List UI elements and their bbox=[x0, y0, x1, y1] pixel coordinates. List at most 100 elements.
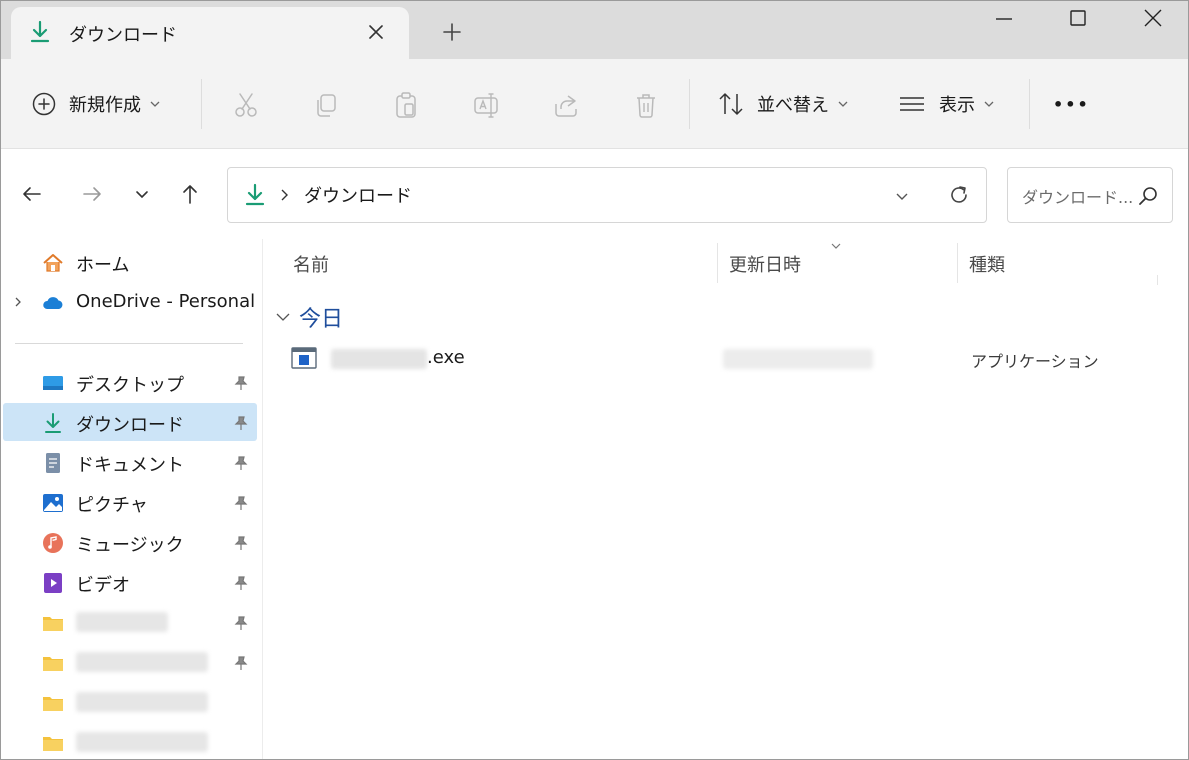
redacted-folder-name bbox=[76, 692, 208, 712]
view-button-label: 表示 bbox=[939, 95, 975, 116]
column-header-name[interactable]: 名前 bbox=[293, 251, 329, 277]
redacted-file-name bbox=[331, 349, 427, 369]
sidebar-item-documents[interactable]: ドキュメント bbox=[3, 443, 257, 481]
chevron-down-icon bbox=[150, 101, 160, 107]
folder-icon bbox=[43, 737, 63, 751]
sidebar-item-label: ピクチャ bbox=[76, 495, 148, 516]
cut-icon[interactable] bbox=[232, 91, 260, 119]
sidebar-item-label: ミュージック bbox=[76, 535, 184, 556]
title-bar: ダウンロード bbox=[1, 1, 1188, 59]
group-label: 今日 bbox=[299, 307, 344, 332]
rename-icon[interactable] bbox=[472, 91, 500, 119]
more-options-button[interactable]: ••• bbox=[1053, 81, 1090, 127]
download-icon bbox=[45, 413, 61, 433]
sidebar-item-label: ホーム bbox=[76, 255, 130, 276]
paste-icon[interactable] bbox=[392, 91, 420, 119]
download-icon bbox=[30, 20, 50, 43]
breadcrumb-chevron-icon[interactable] bbox=[276, 187, 292, 203]
cloud-icon bbox=[43, 297, 63, 309]
close-window-icon[interactable] bbox=[1117, 1, 1187, 37]
sort-button[interactable]: 並べ替え bbox=[717, 81, 849, 127]
chevron-down-icon[interactable] bbox=[275, 309, 291, 325]
new-button[interactable]: 新規作成 bbox=[31, 81, 161, 127]
column-divider[interactable] bbox=[1157, 275, 1158, 285]
chevron-down-icon bbox=[984, 101, 994, 107]
toolbar-divider bbox=[1029, 79, 1030, 129]
maximize-icon[interactable] bbox=[1043, 1, 1113, 37]
file-explorer-window: ダウンロード 新規作成 並べ替え 表示 ••• ダウンロード ダウンロード...… bbox=[0, 0, 1189, 760]
share-icon[interactable] bbox=[552, 91, 580, 119]
copy-icon[interactable] bbox=[312, 91, 340, 119]
up-arrow-icon[interactable] bbox=[177, 181, 203, 207]
sidebar-item-folder[interactable] bbox=[3, 723, 257, 759]
tab-title: ダウンロード bbox=[69, 25, 177, 46]
pin-icon[interactable] bbox=[233, 415, 249, 431]
sidebar-item-label: ドキュメント bbox=[76, 455, 184, 476]
pin-icon[interactable] bbox=[233, 495, 249, 511]
search-placeholder: ダウンロード... bbox=[1022, 188, 1134, 207]
breadcrumb-downloads[interactable]: ダウンロード bbox=[304, 182, 412, 208]
close-tab-icon[interactable] bbox=[363, 19, 389, 45]
command-bar: 新規作成 並べ替え 表示 ••• bbox=[1, 59, 1188, 149]
download-icon bbox=[245, 183, 265, 206]
pin-icon[interactable] bbox=[233, 375, 249, 391]
forward-arrow-icon[interactable] bbox=[79, 181, 105, 207]
picture-icon bbox=[43, 494, 63, 512]
column-header-type[interactable]: 種類 bbox=[969, 251, 1005, 277]
column-divider[interactable] bbox=[717, 243, 718, 283]
address-dropdown-icon[interactable] bbox=[892, 186, 912, 206]
group-header-today[interactable]: 今日 bbox=[275, 301, 343, 333]
recent-locations-chevron-icon[interactable] bbox=[129, 181, 155, 207]
delete-icon[interactable] bbox=[632, 91, 660, 119]
folder-icon bbox=[43, 617, 63, 631]
view-button[interactable]: 表示 bbox=[897, 81, 995, 127]
more-icon: ••• bbox=[1053, 94, 1090, 114]
pin-icon[interactable] bbox=[233, 575, 249, 591]
sidebar-item-folder[interactable] bbox=[3, 603, 257, 641]
home-icon bbox=[43, 254, 63, 272]
address-bar[interactable]: ダウンロード bbox=[227, 167, 987, 223]
new-tab-icon[interactable] bbox=[439, 19, 465, 45]
column-header-date[interactable]: 更新日時 bbox=[729, 251, 801, 277]
refresh-icon[interactable] bbox=[946, 182, 972, 208]
pin-icon[interactable] bbox=[233, 535, 249, 551]
column-divider[interactable] bbox=[957, 243, 958, 283]
table-row[interactable]: .exe アプリケーション bbox=[277, 339, 1177, 379]
sidebar-item-label: デスクトップ bbox=[76, 375, 184, 396]
sidebar-item-desktop[interactable]: デスクトップ bbox=[3, 363, 257, 401]
chevron-right-icon[interactable] bbox=[12, 296, 24, 308]
new-button-label: 新規作成 bbox=[69, 95, 141, 116]
sidebar-item-folder[interactable] bbox=[3, 643, 257, 681]
document-icon bbox=[46, 453, 60, 473]
tab-downloads[interactable]: ダウンロード bbox=[11, 7, 409, 59]
sort-indicator-chevron-icon bbox=[831, 243, 841, 249]
video-icon bbox=[44, 573, 62, 593]
sidebar-item-music[interactable]: ミュージック bbox=[3, 523, 257, 561]
sidebar-item-label: ダウンロード bbox=[76, 415, 184, 436]
sidebar-item-videos[interactable]: ビデオ bbox=[3, 563, 257, 601]
pin-icon[interactable] bbox=[233, 655, 249, 671]
sidebar-divider bbox=[15, 343, 243, 344]
pin-icon[interactable] bbox=[233, 455, 249, 471]
navigation-pane: ホーム OneDrive - Personal デスクトップ ダウンロード ドキ… bbox=[1, 239, 263, 759]
redacted-modified-date bbox=[723, 349, 873, 369]
redacted-folder-name bbox=[76, 652, 208, 672]
sidebar-item-pictures[interactable]: ピクチャ bbox=[3, 483, 257, 521]
redacted-folder-name bbox=[76, 612, 168, 632]
search-icon[interactable] bbox=[1136, 184, 1160, 208]
plus-circle-icon bbox=[32, 92, 56, 116]
back-arrow-icon[interactable] bbox=[19, 181, 45, 207]
chevron-down-icon bbox=[838, 101, 848, 107]
file-list: 名前 更新日時 種類 今日 .exe アプリケーション bbox=[263, 239, 1188, 759]
sidebar-item-folder[interactable] bbox=[3, 683, 257, 721]
sidebar-item-downloads[interactable]: ダウンロード bbox=[3, 403, 257, 441]
minimize-icon[interactable] bbox=[969, 1, 1039, 37]
sidebar-item-home[interactable]: ホーム bbox=[3, 243, 257, 281]
folder-icon bbox=[43, 657, 63, 671]
search-box[interactable]: ダウンロード... bbox=[1007, 167, 1173, 223]
pin-icon[interactable] bbox=[233, 615, 249, 631]
list-view-icon bbox=[900, 97, 924, 111]
file-type: アプリケーション bbox=[971, 352, 1099, 371]
sidebar-item-onedrive[interactable]: OneDrive - Personal bbox=[3, 283, 257, 321]
desktop-icon bbox=[43, 376, 63, 390]
